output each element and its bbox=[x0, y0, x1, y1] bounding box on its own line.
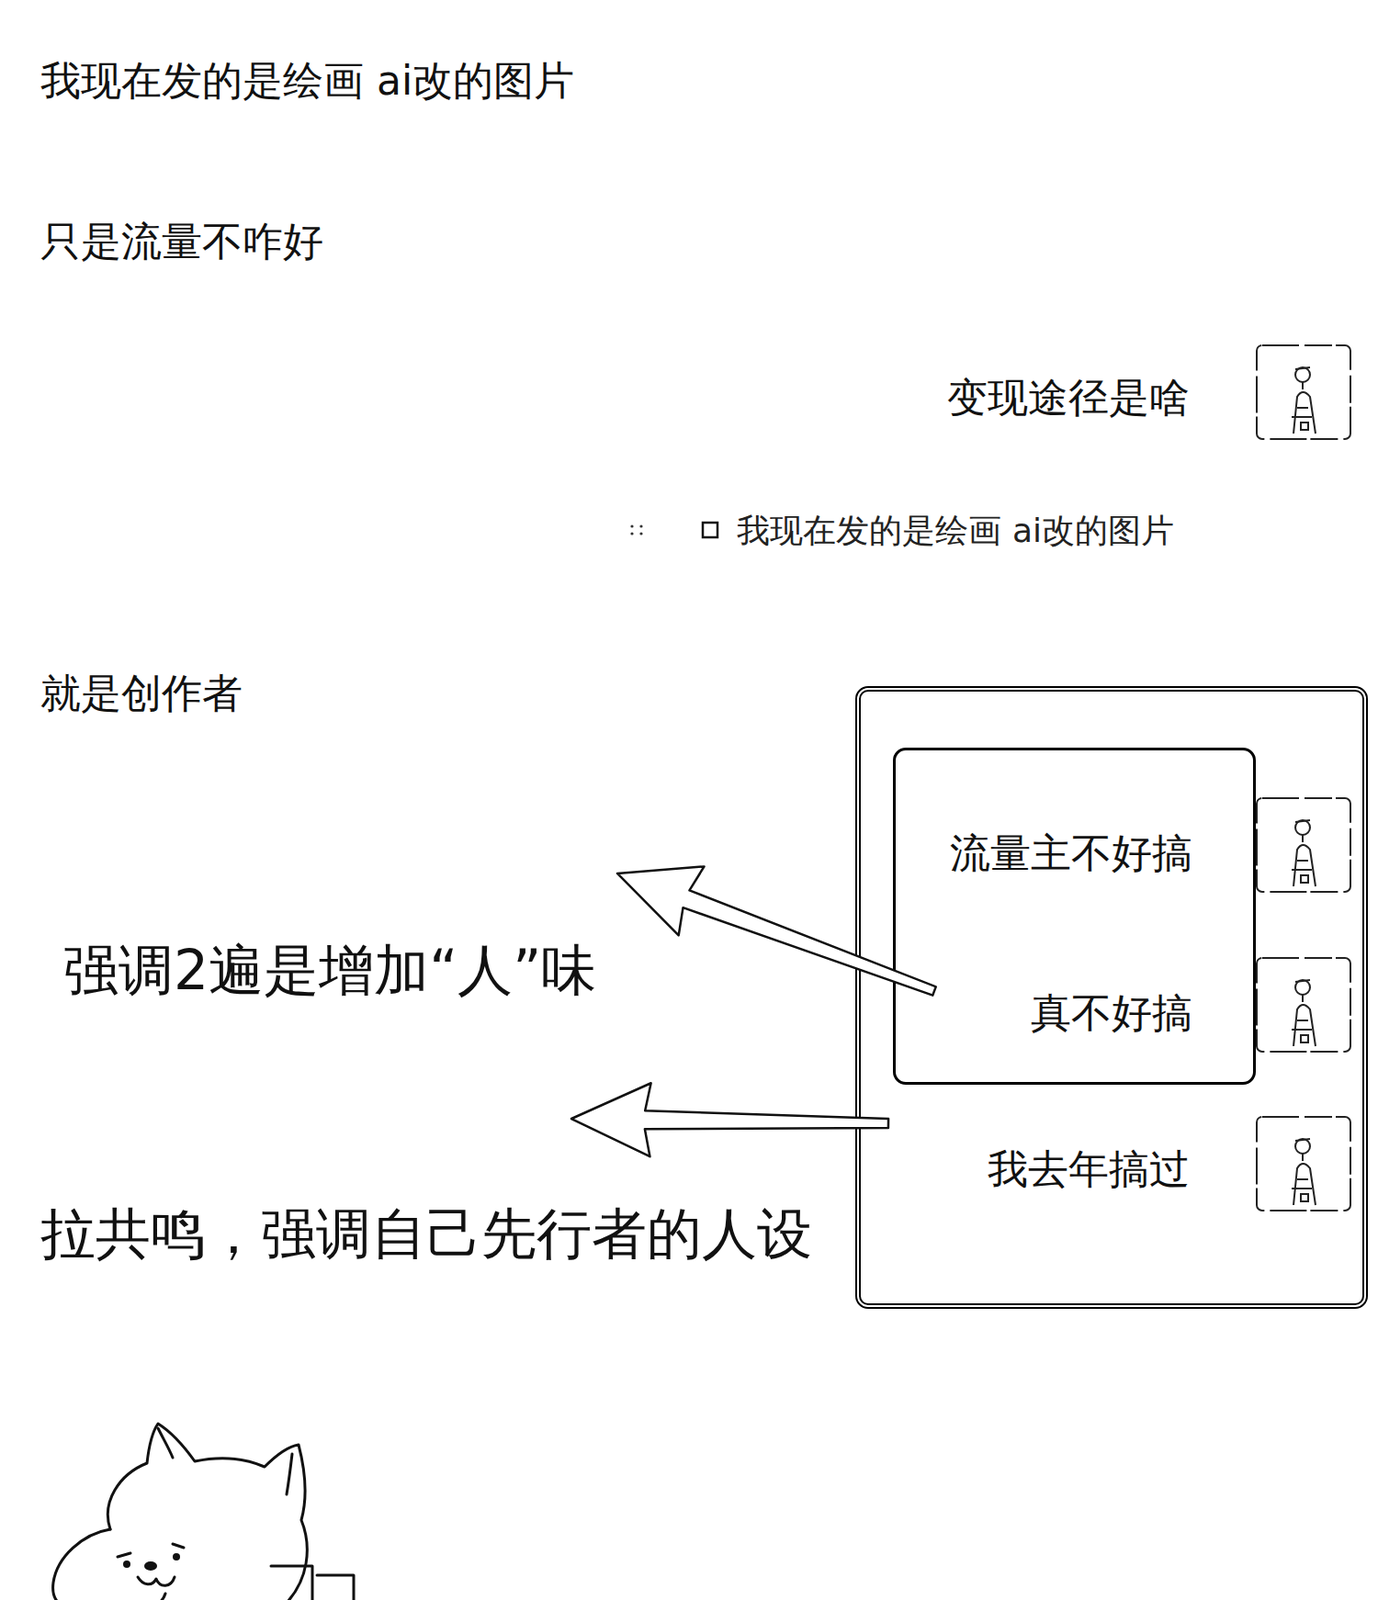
message-row: 变现途径是啥 bbox=[0, 343, 1378, 441]
message-text: 只是流量不咋好 bbox=[40, 217, 1378, 267]
arrow-icon bbox=[604, 838, 948, 1026]
message-row: 真不好搞 bbox=[895, 956, 1254, 1054]
highlight-group: 流量主不好搞真不好搞 bbox=[892, 747, 1353, 1085]
message-text: 变现途径是啥 bbox=[947, 361, 1190, 423]
annotated-chat: 我现在发的是绘画 ai改的图片只是流量不咋好变现途径是啥我现在发的是绘画 ai改… bbox=[0, 56, 1378, 1600]
annotation-text: 拉共鸣，强调自己先行者的人设 bbox=[40, 1200, 813, 1267]
cat-icon bbox=[45, 1419, 359, 1600]
annotation-text: 强调2遍是增加“人”味 bbox=[63, 937, 597, 1004]
message-text: 流量主不好搞 bbox=[949, 829, 1193, 879]
arrows bbox=[0, 56, 1378, 1600]
quote-text: 我现在发的是绘画 ai改的图片 bbox=[736, 510, 1175, 551]
avatar-column bbox=[1254, 747, 1353, 1054]
message-text: 我现在发的是绘画 ai改的图片 bbox=[40, 56, 1378, 106]
highlight-box: 流量主不好搞真不好搞 bbox=[892, 747, 1256, 1085]
message-text: 就是创作者 bbox=[40, 669, 243, 719]
avatar-icon[interactable] bbox=[1254, 1115, 1353, 1213]
message-text: 我去年搞过 bbox=[987, 1132, 1190, 1195]
message-text: 真不好搞 bbox=[1030, 989, 1193, 1039]
quote-icon bbox=[628, 519, 647, 542]
highlight-frame: 流量主不好搞真不好搞我去年搞过 bbox=[855, 686, 1368, 1310]
quote-row: 我现在发的是绘画 ai改的图片 bbox=[0, 510, 1378, 551]
arrow-icon bbox=[570, 1082, 889, 1161]
avatar-icon[interactable] bbox=[1254, 343, 1353, 441]
image-icon bbox=[700, 519, 721, 541]
avatar-icon[interactable] bbox=[1254, 796, 1353, 894]
message-row: 我现在发的是绘画 ai改的图片 bbox=[0, 56, 1378, 106]
message-row: 流量主不好搞 bbox=[895, 796, 1254, 894]
message-row: 我去年搞过 bbox=[892, 1115, 1353, 1213]
avatar-icon[interactable] bbox=[1254, 956, 1353, 1054]
message-row: 只是流量不咋好 bbox=[0, 217, 1378, 267]
